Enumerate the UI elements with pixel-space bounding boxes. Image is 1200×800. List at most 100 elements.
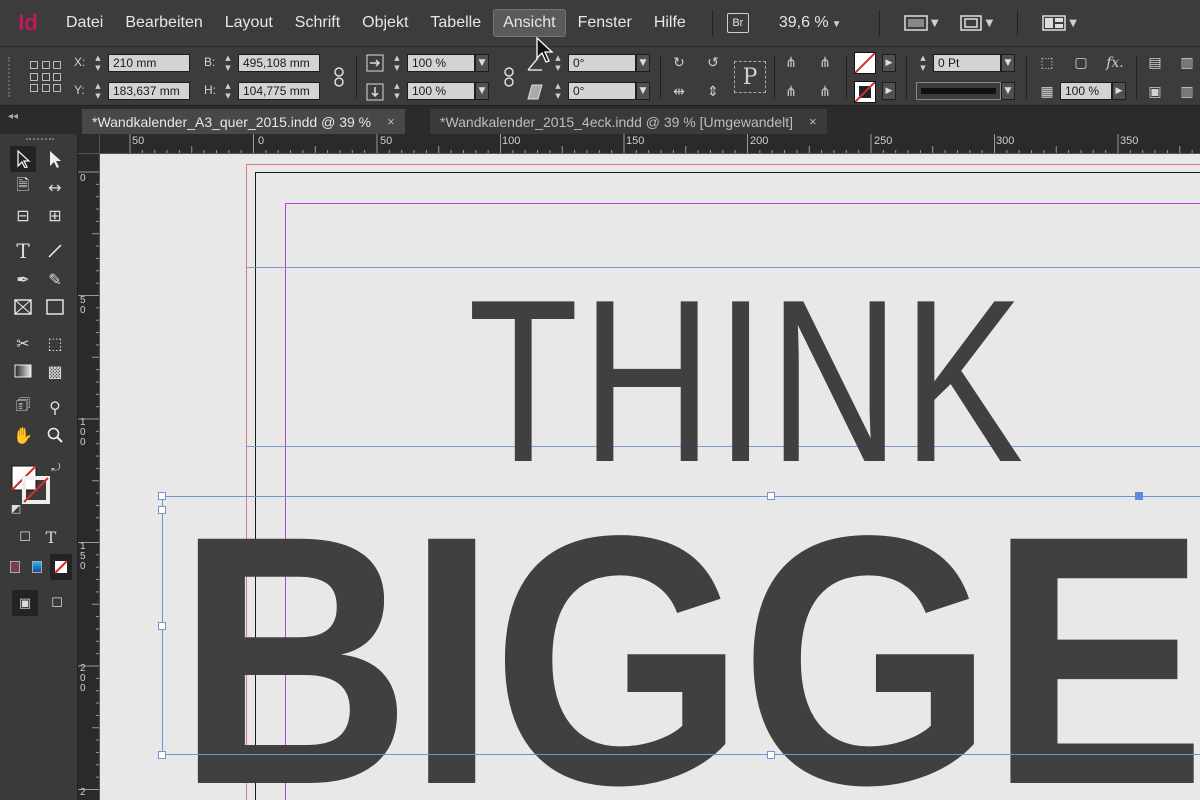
rotate-field[interactable]: 0° bbox=[568, 54, 636, 72]
panel-collapse-icon[interactable]: ◂◂ bbox=[8, 111, 18, 122]
menu-fenster[interactable]: Fenster bbox=[568, 9, 642, 37]
y-stepper[interactable]: ▲ ▼ bbox=[91, 82, 105, 100]
formatting-container-button[interactable]: ☐ bbox=[12, 524, 38, 550]
apply-color-button[interactable] bbox=[4, 554, 26, 580]
menu-objekt[interactable]: Objekt bbox=[352, 9, 418, 37]
select-next-button[interactable]: ⋔ bbox=[814, 81, 836, 103]
apply-gradient-button[interactable] bbox=[26, 554, 48, 580]
text-wrap-button[interactable]: ▤ bbox=[1144, 52, 1166, 74]
direct-selection-tool[interactable] bbox=[42, 146, 68, 172]
scale-x-stepper[interactable]: ▲ ▼ bbox=[390, 54, 404, 72]
frame-in-port[interactable] bbox=[158, 506, 166, 514]
x-stepper[interactable]: ▲ ▼ bbox=[91, 54, 105, 72]
vertical-ruler[interactable]: 0 50 100 150 200 2 bbox=[78, 154, 100, 800]
fill-stroke-swatches[interactable] bbox=[10, 464, 50, 504]
width-field[interactable]: 495,108 mm bbox=[238, 54, 320, 72]
rotate-90-ccw-button[interactable]: ↺ bbox=[702, 52, 724, 74]
zoom-level-dropdown[interactable]: 39,6 % ▼ bbox=[779, 14, 865, 32]
reference-point-selector[interactable] bbox=[30, 61, 62, 93]
zoom-tool[interactable] bbox=[42, 422, 68, 448]
stroke-weight-dropdown[interactable]: ▼ bbox=[1001, 54, 1015, 72]
width-stepper[interactable]: ▲ ▼ bbox=[221, 54, 235, 72]
free-transform-tool[interactable]: ⬚ bbox=[42, 330, 68, 356]
corner-options-button[interactable]: ⬚ bbox=[1036, 52, 1058, 74]
swap-fill-stroke-button[interactable]: ⤾ bbox=[48, 460, 64, 476]
menu-bearbeiten[interactable]: Bearbeiten bbox=[115, 9, 212, 37]
opacity-field[interactable]: 100 % bbox=[1060, 82, 1112, 100]
menu-ansicht[interactable]: Ansicht bbox=[493, 9, 566, 37]
frame-handle[interactable] bbox=[767, 492, 775, 500]
scale-x-dropdown[interactable]: ▼ bbox=[475, 54, 489, 72]
rectangle-tool[interactable] bbox=[42, 294, 68, 320]
tab-wandkalender-4eck[interactable]: *Wandkalender_2015_4eck.indd @ 39 % [Umg… bbox=[430, 109, 827, 134]
default-fill-stroke-button[interactable]: ◩ bbox=[8, 500, 24, 516]
distribute-button[interactable]: ▥ bbox=[1176, 81, 1198, 103]
gradient-swatch-tool[interactable] bbox=[10, 358, 36, 384]
menu-schrift[interactable]: Schrift bbox=[285, 9, 350, 37]
selection-tool[interactable] bbox=[10, 146, 36, 172]
shadow-button[interactable]: ▢ bbox=[1070, 52, 1092, 74]
flip-horizontal-button[interactable]: ⇹ bbox=[668, 81, 690, 103]
frame-handle[interactable] bbox=[158, 492, 166, 500]
scissors-tool[interactable]: ✂ bbox=[10, 330, 36, 356]
pencil-tool[interactable]: ✎ bbox=[42, 266, 68, 292]
hand-tool[interactable]: ✋ bbox=[10, 422, 36, 448]
stroke-dropdown[interactable]: ▶ bbox=[882, 82, 896, 100]
ruler-origin[interactable] bbox=[78, 134, 100, 154]
fill-swatch[interactable] bbox=[854, 52, 876, 74]
close-icon[interactable]: × bbox=[809, 114, 817, 129]
scale-x-field[interactable]: 100 % bbox=[407, 54, 475, 72]
height-stepper[interactable]: ▲ ▼ bbox=[221, 82, 235, 100]
rotate-dropdown[interactable]: ▼ bbox=[636, 54, 650, 72]
frame-handle[interactable] bbox=[158, 751, 166, 759]
content-collector-tool[interactable]: ⊟ bbox=[10, 202, 36, 228]
menu-hilfe[interactable]: Hilfe bbox=[644, 9, 696, 37]
document-canvas[interactable]: THINK BIGGER bbox=[100, 154, 1200, 800]
frame-handle[interactable] bbox=[1135, 492, 1143, 500]
content-placer-tool[interactable]: ⊞ bbox=[42, 202, 68, 228]
scale-y-stepper[interactable]: ▲ ▼ bbox=[390, 82, 404, 100]
constrain-proportions-button[interactable] bbox=[328, 66, 350, 88]
bridge-button[interactable]: Br bbox=[726, 13, 749, 33]
menu-datei[interactable]: Datei bbox=[56, 9, 113, 37]
frame-handle[interactable] bbox=[158, 622, 166, 630]
preview-view-button[interactable]: ☐ bbox=[44, 590, 70, 616]
scale-y-dropdown[interactable]: ▼ bbox=[475, 82, 489, 100]
formatting-text-button[interactable]: T bbox=[38, 524, 64, 550]
panel-grip[interactable] bbox=[8, 57, 12, 97]
select-container-button[interactable]: ⋔ bbox=[780, 52, 802, 74]
eyedropper-tool[interactable]: ⚲ bbox=[42, 394, 68, 420]
selected-text-frame[interactable] bbox=[162, 496, 1200, 755]
height-field[interactable]: 104,775 mm bbox=[238, 82, 320, 100]
flip-vertical-button[interactable]: ⇕ bbox=[702, 81, 724, 103]
menu-tabelle[interactable]: Tabelle bbox=[420, 9, 491, 37]
shear-field[interactable]: 0° bbox=[568, 82, 636, 100]
x-field[interactable]: 210 mm bbox=[108, 54, 190, 72]
page-tool[interactable]: 🗎 bbox=[10, 174, 36, 200]
effects-button[interactable]: fx. bbox=[1104, 52, 1126, 74]
arrange-documents-button[interactable]: ▼ bbox=[1042, 14, 1077, 32]
shear-dropdown[interactable]: ▼ bbox=[636, 82, 650, 100]
frame-handle[interactable] bbox=[767, 751, 775, 759]
apply-none-button[interactable] bbox=[50, 554, 72, 580]
y-field[interactable]: 183,637 mm bbox=[108, 82, 190, 100]
select-content-button[interactable]: ⋔ bbox=[814, 52, 836, 74]
opacity-dropdown[interactable]: ▶ bbox=[1112, 82, 1126, 100]
align-button[interactable]: ▥ bbox=[1176, 52, 1198, 74]
screen-mode-button[interactable]: ▼ bbox=[959, 14, 993, 32]
normal-view-button[interactable]: ▣ bbox=[12, 590, 38, 616]
horizontal-ruler[interactable]: 50 0 50 100 150 200 250 300 350 bbox=[100, 134, 1200, 154]
rectangle-frame-tool[interactable] bbox=[10, 294, 36, 320]
panel-grip[interactable] bbox=[26, 138, 54, 142]
stroke-type-field[interactable] bbox=[916, 82, 1001, 100]
rotate-90-cw-button[interactable]: ↻ bbox=[668, 52, 690, 74]
fill-dropdown[interactable]: ▶ bbox=[882, 54, 896, 72]
stroke-weight-stepper[interactable]: ▲ ▼ bbox=[916, 54, 930, 72]
stroke-weight-field[interactable]: 0 Pt bbox=[933, 54, 1001, 72]
view-options-button[interactable]: ▼ bbox=[904, 14, 939, 32]
tab-wandkalender-a3[interactable]: *Wandkalender_A3_quer_2015.indd @ 39 % × bbox=[82, 109, 405, 134]
constrain-scale-button[interactable] bbox=[498, 66, 520, 88]
frame-fitting-button[interactable]: ▣ bbox=[1144, 81, 1166, 103]
select-previous-button[interactable]: ⋔ bbox=[780, 81, 802, 103]
close-icon[interactable]: × bbox=[387, 114, 395, 129]
